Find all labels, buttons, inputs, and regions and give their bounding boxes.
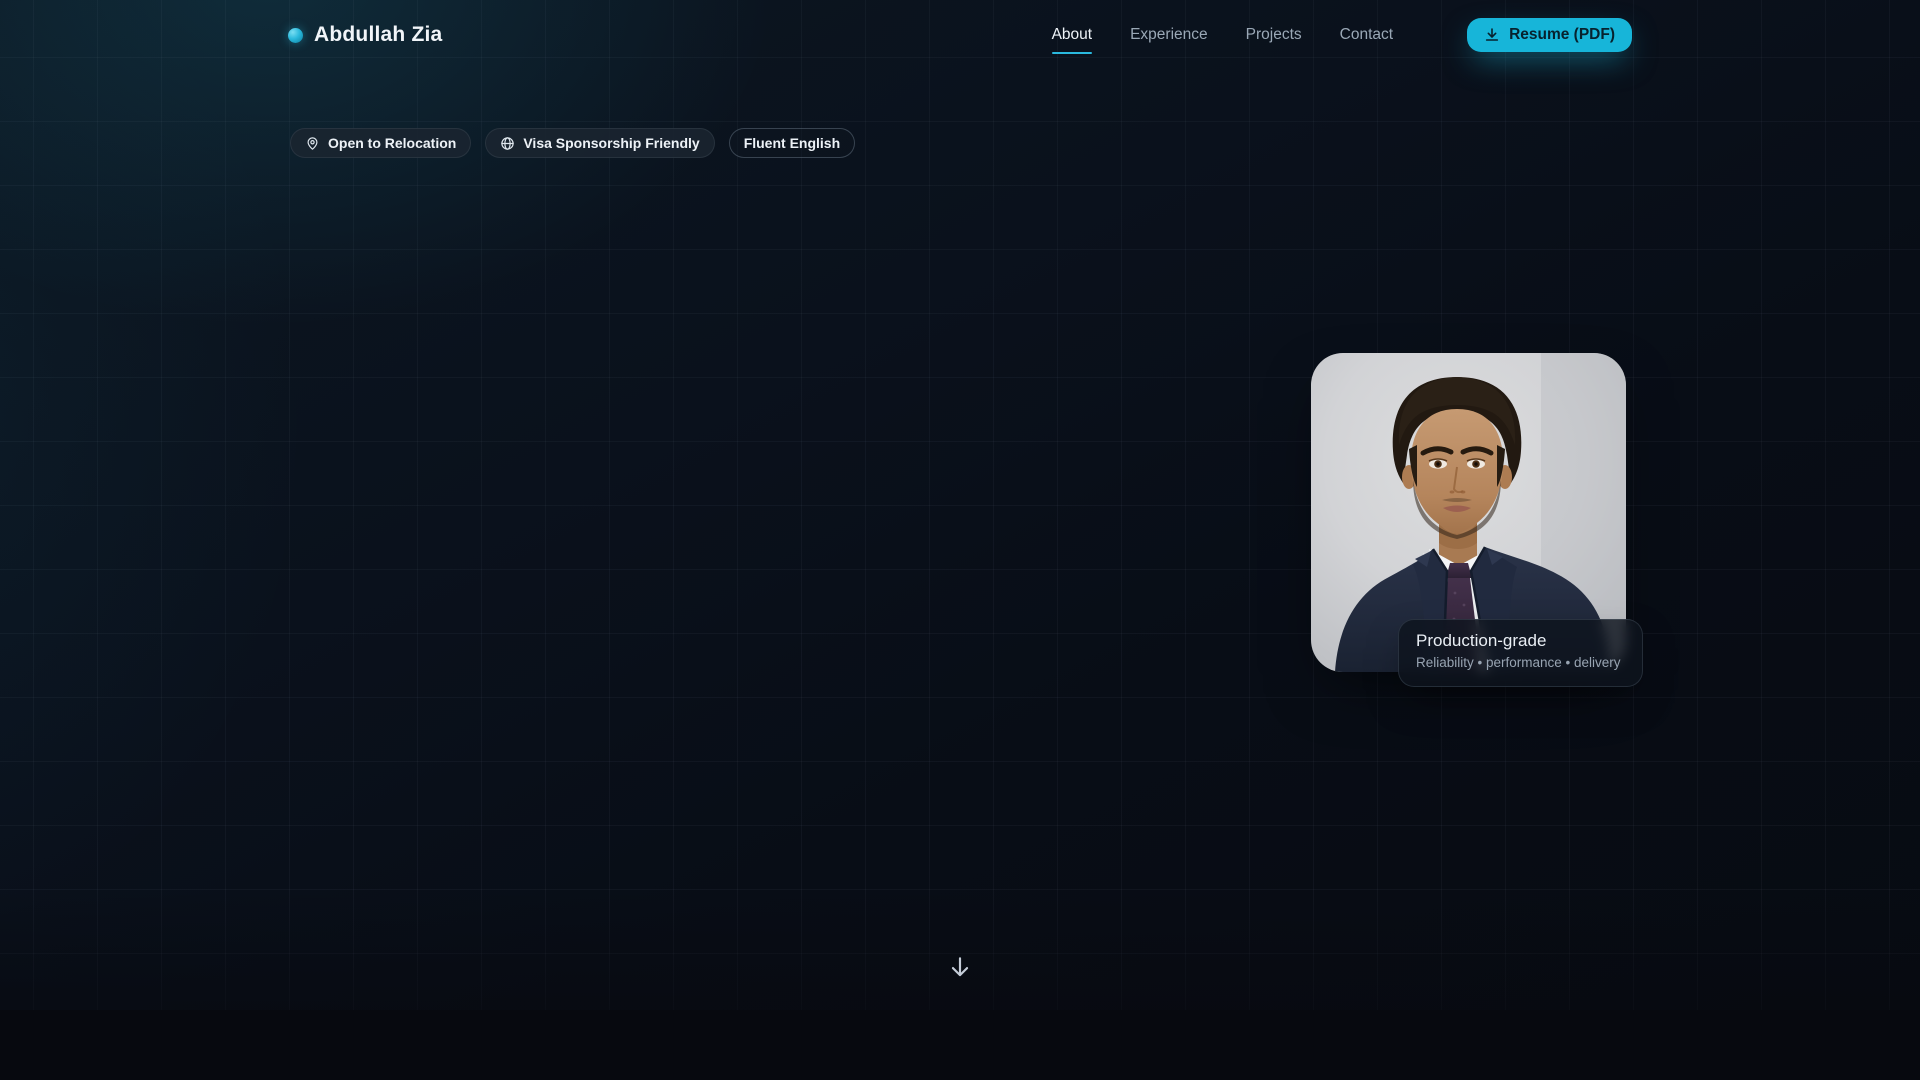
- brand-name: Abdullah Zia: [314, 23, 443, 46]
- nav-item-about[interactable]: About: [1051, 20, 1092, 54]
- badge-label: Open to Relocation: [328, 135, 457, 151]
- hero-background: [0, 0, 1920, 1010]
- badge-label: Visa Sponsorship Friendly: [523, 135, 700, 151]
- photo-caption-card: Production-grade Reliability • performan…: [1398, 619, 1643, 687]
- brand-dot-icon: [288, 27, 303, 43]
- nav-item-projects[interactable]: Projects: [1246, 20, 1302, 50]
- site-header: Abdullah Zia About Experience Projects C…: [288, 0, 1632, 70]
- download-icon: [1485, 28, 1499, 41]
- resume-download-button[interactable]: Resume (PDF): [1467, 18, 1632, 52]
- hero-bottom-fade: [0, 890, 1920, 1010]
- badge-label: Fluent English: [743, 135, 841, 151]
- portfolio-hero-page: Abdullah Zia About Experience Projects C…: [0, 0, 1920, 1080]
- main-nav: About Experience Projects Contact Resume…: [1051, 18, 1632, 54]
- badge-row: Open to Relocation Visa Sponsorship Frie…: [290, 128, 856, 158]
- grid-pattern: [0, 0, 1920, 1010]
- portrait-card: Production-grade Reliability • performan…: [1311, 353, 1643, 687]
- next-section-band: [0, 1010, 1920, 1080]
- badge-relocation: Open to Relocation: [290, 128, 472, 158]
- badge-visa: Visa Sponsorship Friendly: [485, 128, 715, 158]
- nav-item-contact[interactable]: Contact: [1340, 20, 1393, 50]
- caption-subtitle: Reliability • performance • delivery: [1416, 655, 1621, 670]
- scroll-down-indicator[interactable]: [947, 953, 973, 981]
- globe-icon: [501, 136, 515, 150]
- resume-button-label: Resume (PDF): [1509, 26, 1615, 43]
- caption-title: Production-grade: [1416, 631, 1547, 650]
- pin-icon: [307, 136, 318, 150]
- arrow-down-icon: [951, 957, 969, 977]
- brand[interactable]: Abdullah Zia: [288, 23, 442, 47]
- badge-english: Fluent English: [728, 128, 856, 158]
- nav-item-experience[interactable]: Experience: [1130, 20, 1208, 50]
